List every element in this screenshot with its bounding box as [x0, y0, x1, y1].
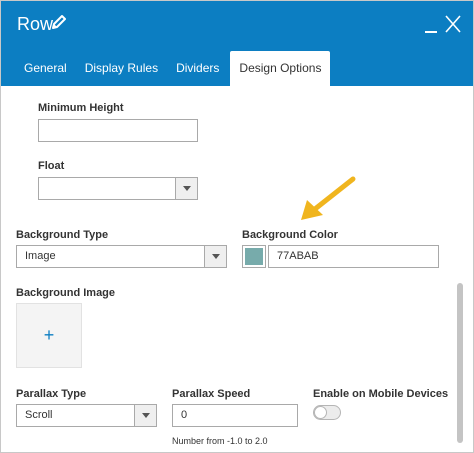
min-height-label: Minimum Height: [38, 102, 124, 114]
background-type-value: Image: [25, 250, 56, 262]
add-image-button[interactable]: +: [16, 303, 82, 368]
parallax-speed-input[interactable]: 0: [172, 404, 298, 427]
close-icon[interactable]: [444, 14, 462, 34]
chevron-down-icon: [175, 178, 197, 199]
pencil-icon[interactable]: [50, 14, 66, 32]
dialog-header: Row General Display Rules Dividers Desig…: [1, 1, 473, 86]
color-swatch-button[interactable]: [242, 245, 266, 268]
tab-design-options[interactable]: Design Options: [230, 51, 331, 86]
background-image-label: Background Image: [16, 287, 116, 299]
mobile-devices-toggle[interactable]: [313, 405, 341, 420]
parallax-type-label: Parallax Type: [16, 388, 87, 400]
mobile-devices-label: Enable on Mobile Devices: [313, 388, 449, 400]
float-label: Float: [38, 160, 65, 172]
chevron-down-icon: [134, 405, 156, 426]
arrow-icon: [301, 176, 356, 220]
background-color-label: Background Color: [242, 229, 338, 241]
parallax-type-select[interactable]: Scroll: [16, 404, 157, 427]
float-select[interactable]: [38, 177, 198, 200]
dialog-title: Row: [17, 14, 54, 34]
row-settings-dialog: Row General Display Rules Dividers Desig…: [0, 0, 474, 453]
parallax-type-value: Scroll: [25, 409, 53, 421]
scrollbar[interactable]: [457, 283, 463, 443]
background-type-label: Background Type: [16, 229, 109, 241]
background-type-select[interactable]: Image: [16, 245, 227, 268]
parallax-speed-label: Parallax Speed: [172, 388, 251, 400]
tab-general[interactable]: General: [15, 51, 76, 86]
toggle-knob: [314, 406, 327, 419]
min-height-input[interactable]: [38, 119, 198, 142]
parallax-speed-hint: Number from -1.0 to 2.0: [172, 436, 268, 446]
plus-icon: +: [43, 325, 55, 345]
tab-bar: General Display Rules Dividers Design Op…: [15, 51, 331, 86]
color-swatch: [245, 248, 263, 265]
background-color-input[interactable]: 77ABAB: [268, 245, 439, 268]
tab-dividers[interactable]: Dividers: [167, 51, 228, 86]
chevron-down-icon: [204, 246, 226, 267]
minimize-icon[interactable]: [425, 31, 437, 33]
tab-display-rules[interactable]: Display Rules: [76, 51, 167, 86]
